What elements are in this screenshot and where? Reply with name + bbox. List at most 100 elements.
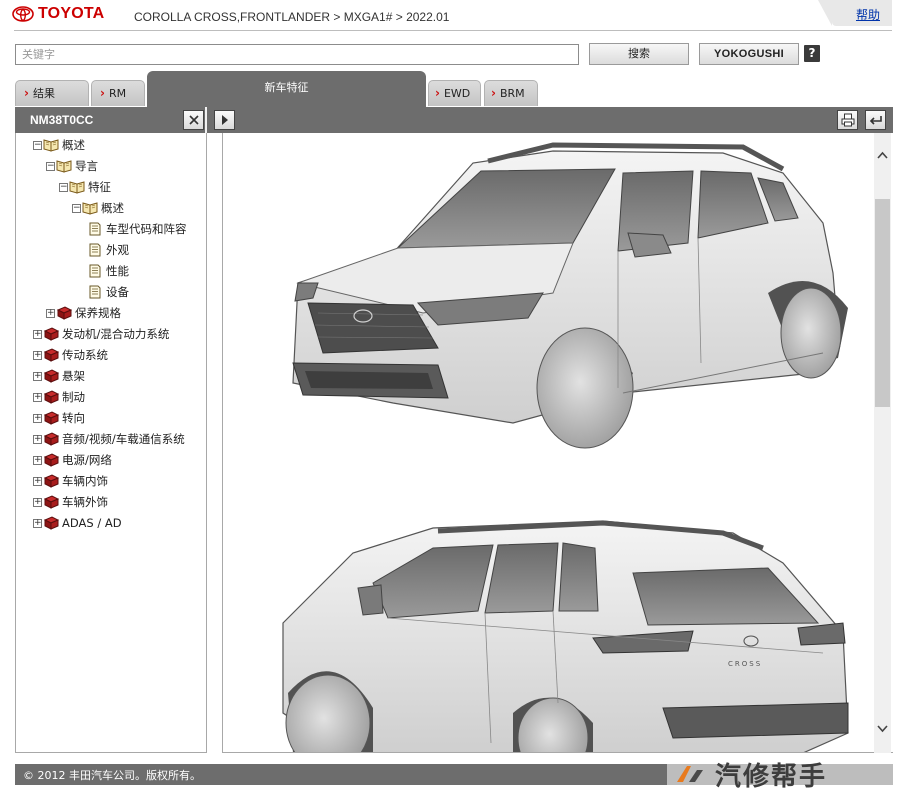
search-input[interactable] bbox=[15, 44, 579, 65]
tab-new-car-features[interactable]: 新车特征 bbox=[147, 71, 426, 107]
tree-item[interactable]: + 车辆内饰 bbox=[33, 472, 108, 490]
tab-label: 结果 bbox=[32, 87, 55, 100]
rear-vehicle-illustration: CROSS bbox=[282, 520, 849, 752]
watermark: 汽修帮手 bbox=[667, 754, 907, 794]
tab-brm[interactable]: › BRM bbox=[484, 80, 538, 106]
tree-item[interactable]: + 电源/网络 bbox=[33, 451, 112, 469]
header-divider bbox=[14, 30, 892, 31]
play-right-icon bbox=[221, 115, 228, 125]
toyota-emblem-icon bbox=[12, 6, 34, 22]
scroll-thumb[interactable] bbox=[875, 199, 890, 407]
help-question-icon[interactable]: ? bbox=[804, 45, 820, 62]
tree-item[interactable]: + 车辆外饰 bbox=[33, 493, 108, 511]
tree-item-label: 车辆外饰 bbox=[62, 495, 108, 509]
tree-item[interactable]: + 转向 bbox=[33, 409, 85, 427]
tree-item-label: 传动系统 bbox=[62, 348, 108, 362]
tree-item[interactable]: + ADAS / AD bbox=[33, 514, 122, 532]
tree-item[interactable]: 车型代码和阵容 bbox=[87, 220, 187, 238]
tree-item-label: 保养规格 bbox=[75, 306, 121, 320]
tree-item[interactable]: − 特征 bbox=[59, 178, 111, 196]
collapse-icon[interactable]: − bbox=[59, 182, 68, 192]
tree-item[interactable]: + 悬架 bbox=[33, 367, 85, 385]
collapse-icon[interactable]: − bbox=[46, 161, 55, 171]
return-button[interactable] bbox=[865, 110, 886, 130]
tree-item[interactable]: + 保养规格 bbox=[46, 304, 121, 322]
tree-item[interactable]: + 音频/视频/车载通信系统 bbox=[33, 430, 185, 448]
rear-badge-text: CROSS bbox=[728, 660, 762, 668]
open-book-icon bbox=[82, 201, 101, 215]
toyota-logo: TOYOTA bbox=[12, 5, 104, 23]
closed-book-icon bbox=[43, 453, 62, 467]
expand-icon[interactable]: + bbox=[33, 518, 42, 528]
document-toolbar: NM38T0CC bbox=[15, 107, 893, 133]
expand-icon[interactable]: + bbox=[33, 434, 42, 444]
document-code: NM38T0CC bbox=[30, 113, 94, 127]
expand-icon[interactable]: + bbox=[33, 371, 42, 381]
closed-book-icon bbox=[43, 516, 62, 530]
expand-icon[interactable]: + bbox=[33, 476, 42, 486]
expand-icon[interactable]: + bbox=[33, 455, 42, 465]
tree-item[interactable]: 外观 bbox=[87, 241, 129, 259]
chevron-right-icon: › bbox=[491, 86, 496, 100]
tree-item[interactable]: − 导言 bbox=[46, 157, 98, 175]
tree-item-label: 发动机/混合动力系统 bbox=[62, 327, 170, 341]
document-icon bbox=[87, 285, 106, 299]
tree-item[interactable]: 设备 bbox=[87, 283, 129, 301]
content-viewer: CROSS bbox=[222, 133, 893, 753]
expand-icon[interactable]: + bbox=[33, 413, 42, 423]
tree-item-label: 特征 bbox=[88, 180, 111, 194]
content-scrollbar[interactable] bbox=[874, 133, 891, 753]
tree-item[interactable]: + 发动机/混合动力系统 bbox=[33, 325, 169, 343]
tree-item-label: 车辆内饰 bbox=[62, 474, 108, 488]
tree-item[interactable]: − 概述 bbox=[33, 136, 85, 154]
tab-rm[interactable]: › RM bbox=[91, 80, 145, 106]
tree-item-label: 性能 bbox=[106, 264, 129, 278]
collapse-icon[interactable]: − bbox=[72, 203, 81, 213]
closed-book-icon bbox=[43, 369, 62, 383]
tree-item[interactable]: + 制动 bbox=[33, 388, 85, 406]
tree-item-label: 概述 bbox=[101, 201, 124, 215]
closed-book-icon bbox=[43, 432, 62, 446]
tree-item[interactable]: + 传动系统 bbox=[33, 346, 108, 364]
toolbar-divider bbox=[205, 107, 207, 133]
help-link[interactable]: 帮助 bbox=[856, 6, 880, 23]
brand-wordmark: TOYOTA bbox=[38, 5, 105, 22]
vehicle-illustrations: CROSS bbox=[282, 142, 849, 752]
tree-item-label: 悬架 bbox=[62, 369, 85, 383]
scroll-up-icon[interactable] bbox=[876, 149, 889, 162]
tab-results[interactable]: › 结果 bbox=[15, 80, 89, 106]
expand-icon[interactable]: + bbox=[46, 308, 55, 318]
next-button[interactable] bbox=[214, 110, 235, 130]
tab-label: 新车特征 bbox=[264, 81, 309, 94]
expand-icon[interactable]: + bbox=[33, 392, 42, 402]
expand-icon[interactable]: + bbox=[33, 329, 42, 339]
tree-item-label: 音频/视频/车载通信系统 bbox=[62, 432, 185, 446]
tree-item-label: 车型代码和阵容 bbox=[106, 222, 187, 236]
scroll-down-icon[interactable] bbox=[876, 723, 889, 736]
tree-item[interactable]: − 概述 bbox=[72, 199, 124, 217]
expand-icon[interactable]: + bbox=[33, 350, 42, 360]
front-vehicle-illustration bbox=[292, 142, 848, 449]
print-button[interactable] bbox=[837, 110, 858, 130]
chevron-right-icon: › bbox=[435, 86, 440, 100]
tab-ewd[interactable]: › EWD bbox=[428, 80, 481, 106]
header-bar: TOYOTA COROLLA CROSS,FRONTLANDER > MXGA1… bbox=[0, 0, 907, 32]
expand-icon[interactable]: + bbox=[33, 497, 42, 507]
watermark-logo-icon bbox=[677, 766, 703, 782]
document-icon bbox=[87, 243, 106, 257]
tree-item-label: 电源/网络 bbox=[62, 453, 112, 467]
yokogushi-button[interactable]: YOKOGUSHI bbox=[699, 43, 799, 65]
closed-book-icon bbox=[56, 306, 75, 320]
breadcrumb[interactable]: COROLLA CROSS,FRONTLANDER > MXGA1# > 202… bbox=[134, 10, 449, 24]
close-panel-button[interactable] bbox=[183, 110, 204, 130]
tab-label: RM bbox=[108, 87, 127, 100]
tree-item-label: 外观 bbox=[106, 243, 129, 257]
search-button[interactable]: 搜索 bbox=[589, 43, 689, 65]
closed-book-icon bbox=[43, 348, 62, 362]
collapse-icon[interactable]: − bbox=[33, 140, 42, 150]
closed-book-icon bbox=[43, 474, 62, 488]
tree-item-label: 设备 bbox=[106, 285, 129, 299]
document-icon bbox=[87, 264, 106, 278]
tree-item[interactable]: 性能 bbox=[87, 262, 129, 280]
open-book-icon bbox=[56, 159, 75, 173]
